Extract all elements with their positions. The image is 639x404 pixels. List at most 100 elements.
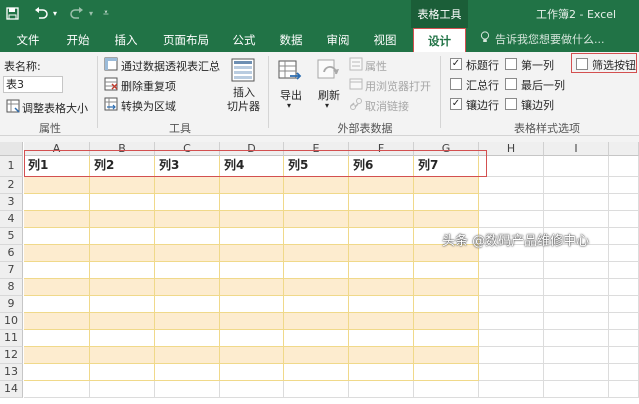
sheet-cell[interactable] bbox=[479, 296, 544, 313]
table-cell[interactable] bbox=[155, 245, 220, 262]
column-header-h[interactable]: H bbox=[479, 142, 544, 156]
table-cell[interactable] bbox=[155, 194, 220, 211]
table-cell[interactable] bbox=[24, 347, 90, 364]
resize-table-button[interactable]: 调整表格大小 bbox=[22, 100, 88, 116]
sheet-cell[interactable] bbox=[349, 381, 414, 398]
sheet-cell[interactable] bbox=[609, 156, 639, 177]
sheet-cell[interactable] bbox=[544, 194, 609, 211]
insert-slicer-label-2[interactable]: 切片器 bbox=[227, 98, 260, 114]
last-column-checkbox[interactable] bbox=[505, 78, 517, 90]
sheet-cell[interactable] bbox=[544, 313, 609, 330]
table-cell[interactable] bbox=[414, 211, 479, 228]
table-cell[interactable] bbox=[284, 177, 349, 194]
table-cell[interactable] bbox=[349, 228, 414, 245]
summarize-pivot-button[interactable]: 通过数据透视表汇总 bbox=[121, 58, 220, 74]
sheet-cell[interactable] bbox=[479, 330, 544, 347]
refresh-icon[interactable] bbox=[316, 58, 340, 87]
banded-columns-checkbox[interactable] bbox=[505, 98, 517, 110]
table-cell[interactable] bbox=[24, 330, 90, 347]
tab-home[interactable]: 开始 bbox=[58, 28, 98, 52]
row-header[interactable]: 4 bbox=[0, 211, 23, 228]
table-cell[interactable] bbox=[284, 364, 349, 381]
sheet-cell[interactable] bbox=[609, 279, 639, 296]
table-cell[interactable] bbox=[220, 313, 284, 330]
row-header[interactable]: 6 bbox=[0, 245, 23, 262]
external-properties-button[interactable]: 属性 bbox=[365, 58, 387, 74]
row-header[interactable]: 11 bbox=[0, 330, 23, 347]
row-header[interactable]: 9 bbox=[0, 296, 23, 313]
sheet-cell[interactable] bbox=[544, 347, 609, 364]
table-cell[interactable] bbox=[90, 296, 155, 313]
tab-formulas[interactable]: 公式 bbox=[224, 28, 264, 52]
tab-page-layout[interactable]: 页面布局 bbox=[156, 28, 216, 52]
table-cell[interactable] bbox=[284, 245, 349, 262]
convert-to-range-button[interactable]: 转换为区域 bbox=[121, 98, 176, 114]
table-cell[interactable] bbox=[155, 177, 220, 194]
table-cell[interactable] bbox=[284, 228, 349, 245]
sheet-cell[interactable] bbox=[220, 381, 284, 398]
row-header[interactable]: 14 bbox=[0, 381, 23, 398]
table-cell[interactable] bbox=[220, 211, 284, 228]
table-cell[interactable] bbox=[349, 279, 414, 296]
table-cell[interactable] bbox=[90, 245, 155, 262]
sheet-cell[interactable] bbox=[284, 381, 349, 398]
sheet-cell[interactable] bbox=[609, 262, 639, 279]
row-header[interactable]: 3 bbox=[0, 194, 23, 211]
total-row-checkbox[interactable] bbox=[450, 78, 462, 90]
table-cell[interactable] bbox=[155, 364, 220, 381]
slicer-icon[interactable] bbox=[230, 58, 256, 85]
table-cell[interactable] bbox=[24, 194, 90, 211]
table-cell[interactable] bbox=[90, 279, 155, 296]
first-column-checkbox[interactable] bbox=[505, 58, 517, 70]
sheet-cell[interactable] bbox=[609, 245, 639, 262]
table-cell[interactable] bbox=[284, 296, 349, 313]
table-cell[interactable] bbox=[24, 228, 90, 245]
sheet-cell[interactable] bbox=[479, 156, 544, 177]
table-cell[interactable] bbox=[24, 313, 90, 330]
sheet-cell[interactable] bbox=[544, 177, 609, 194]
sheet-cell[interactable] bbox=[544, 364, 609, 381]
tab-insert[interactable]: 插入 bbox=[106, 28, 146, 52]
table-cell[interactable] bbox=[349, 245, 414, 262]
table-cell[interactable] bbox=[414, 347, 479, 364]
table-cell[interactable] bbox=[90, 262, 155, 279]
tab-design[interactable]: 设计 bbox=[413, 28, 466, 52]
open-in-browser-button[interactable]: 用浏览器打开 bbox=[365, 78, 431, 94]
sheet-cell[interactable] bbox=[609, 211, 639, 228]
sheet-cell[interactable] bbox=[24, 381, 90, 398]
table-cell[interactable] bbox=[349, 262, 414, 279]
tab-review[interactable]: 审阅 bbox=[318, 28, 358, 52]
sheet-cell[interactable] bbox=[479, 279, 544, 296]
sheet-cell[interactable] bbox=[414, 381, 479, 398]
table-cell[interactable] bbox=[90, 177, 155, 194]
table-cell[interactable] bbox=[155, 347, 220, 364]
sheet-cell[interactable] bbox=[544, 211, 609, 228]
table-cell[interactable] bbox=[284, 347, 349, 364]
table-cell[interactable] bbox=[349, 330, 414, 347]
select-all-corner[interactable] bbox=[0, 142, 23, 156]
table-cell[interactable] bbox=[24, 211, 90, 228]
table-name-input[interactable]: 表3 bbox=[3, 76, 63, 93]
sheet-cell[interactable] bbox=[609, 313, 639, 330]
sheet-cell[interactable] bbox=[609, 194, 639, 211]
table-cell[interactable] bbox=[220, 228, 284, 245]
tab-file[interactable]: 文件 bbox=[8, 28, 48, 52]
table-cell[interactable] bbox=[284, 279, 349, 296]
sheet-cell[interactable] bbox=[479, 177, 544, 194]
table-cell[interactable] bbox=[90, 364, 155, 381]
table-cell[interactable] bbox=[90, 194, 155, 211]
table-cell[interactable] bbox=[24, 177, 90, 194]
table-cell[interactable] bbox=[220, 177, 284, 194]
table-cell[interactable] bbox=[414, 364, 479, 381]
sheet-cell[interactable] bbox=[479, 347, 544, 364]
sheet-cell[interactable] bbox=[90, 381, 155, 398]
table-cell[interactable] bbox=[284, 194, 349, 211]
table-cell[interactable] bbox=[90, 211, 155, 228]
table-cell[interactable] bbox=[220, 296, 284, 313]
sheet-cell[interactable] bbox=[609, 177, 639, 194]
table-cell[interactable] bbox=[220, 364, 284, 381]
sheet-cell[interactable] bbox=[609, 296, 639, 313]
sheet-cell[interactable] bbox=[609, 381, 639, 398]
table-cell[interactable] bbox=[220, 347, 284, 364]
row-header[interactable]: 10 bbox=[0, 313, 23, 330]
